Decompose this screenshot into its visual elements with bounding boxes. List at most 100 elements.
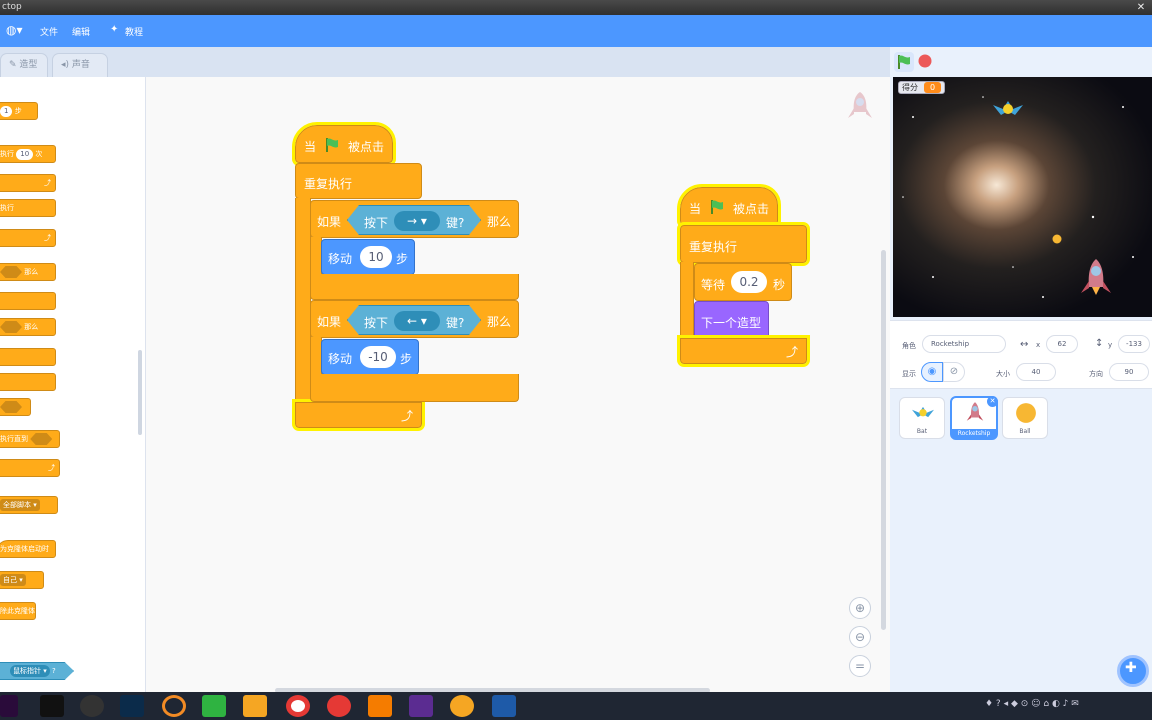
direction-input[interactable]: 90 <box>1109 363 1149 381</box>
ball-sprite[interactable] <box>1052 234 1062 244</box>
move-steps-block[interactable]: 移动 10 步 <box>321 239 415 275</box>
key-question-label: 键? <box>446 216 465 230</box>
rocketship-sprite[interactable] <box>1076 257 1116 297</box>
sprite-thumb-label: Bat <box>916 428 928 435</box>
menu-tutorial[interactable]: 教程 <box>125 25 143 38</box>
wait-label: 等待 <box>701 278 726 292</box>
zoom-out-icon[interactable]: ⊖ <box>849 626 871 648</box>
move-steps-input[interactable]: 10 <box>360 246 392 268</box>
palette-block-forever[interactable]: 执行 <box>0 199 56 217</box>
photoshop-app-icon[interactable] <box>120 695 144 717</box>
tab-sounds[interactable]: ◂) 声音 <box>52 53 108 77</box>
move-steps-input[interactable]: -10 <box>360 346 396 368</box>
menu-file[interactable]: 文件 <box>40 25 58 38</box>
palette-delete-clone-label: 除此克隆体 <box>0 607 35 615</box>
palette-block-c-end[interactable] <box>0 373 56 391</box>
rocketship-icon <box>966 402 984 421</box>
workspace-vertical-scrollbar[interactable] <box>881 250 886 630</box>
palette-block-wait-until[interactable] <box>0 398 31 416</box>
sprite-thumb-ball[interactable]: Ball <box>1002 397 1048 439</box>
palette-scrollbar[interactable] <box>138 350 142 435</box>
obs-app-icon[interactable] <box>80 695 104 717</box>
green-flag-icon[interactable] <box>894 52 914 72</box>
premiere-app-icon[interactable] <box>0 695 18 717</box>
key-value: → <box>407 214 418 228</box>
palette-block-repeat-until[interactable]: 执行直到 <box>0 430 60 448</box>
palette-block-stop[interactable]: 全部脚本 ▾ <box>0 496 58 514</box>
word-app-icon[interactable] <box>492 695 516 717</box>
lightbulb-icon: ✦ <box>110 24 119 35</box>
show-eye-icon[interactable]: ◉ <box>921 362 943 382</box>
palette-block-c-end[interactable]: ⤴ <box>0 459 60 477</box>
zoom-reset-icon[interactable]: = <box>849 655 871 677</box>
y-label: y <box>1108 341 1113 349</box>
sprite-thumb-bat[interactable]: Bat <box>899 397 945 439</box>
wait-block[interactable]: 等待 0.2 秒 <box>694 263 792 301</box>
if-right-key-block[interactable]: 如果 按下 → ▾ 键? 那么 <box>310 200 519 238</box>
window-close-button[interactable]: ✕ <box>1130 0 1152 15</box>
menu-edit[interactable]: 编辑 <box>72 25 90 38</box>
when-flag-clicked-hat[interactable]: 当 被点击 <box>292 122 396 166</box>
loop-arrow-icon: ⤴ <box>785 345 798 359</box>
palette-block-c-end[interactable] <box>0 292 56 310</box>
search-app-icon[interactable] <box>162 695 186 717</box>
hide-eye-icon[interactable]: ⊘ <box>943 362 965 382</box>
forever-end: ⤴ <box>292 399 425 431</box>
y-input[interactable]: -133 <box>1118 335 1150 353</box>
palette-block-if-else[interactable]: 那么 <box>0 318 56 336</box>
key-dropdown[interactable]: → ▾ <box>394 211 440 231</box>
palette-block-repeat[interactable]: 执行 10 次 <box>0 145 56 163</box>
key-dropdown[interactable]: ← ▾ <box>394 311 440 331</box>
if-label: 如果 <box>317 215 342 229</box>
sprite-name-input[interactable]: Rocketship <box>922 335 1006 353</box>
system-tray[interactable]: ♦ ? ◂ ◆ ⊙ ☺ ⌂ ◐ ♪ ✉ <box>985 699 1145 713</box>
app-icon[interactable] <box>368 695 392 717</box>
stop-dropdown[interactable]: 全部脚本 ▾ <box>0 499 40 511</box>
palette-block-c-end[interactable]: ⤴ <box>0 229 56 247</box>
loop-arrow-icon: ⤴ <box>400 409 413 423</box>
key-pressed-left[interactable]: 按下 ← ▾ 键? <box>347 305 481 335</box>
globe-icon[interactable]: ◍▾ <box>6 23 23 37</box>
zoom-in-icon[interactable]: ⊕ <box>849 597 871 619</box>
palette-block-delete-clone[interactable]: 除此克隆体 <box>0 602 36 620</box>
touching-dropdown[interactable]: 鼠标指针 ▾ <box>10 665 50 677</box>
move-steps-block[interactable]: 移动 -10 步 <box>321 339 419 375</box>
add-sprite-button[interactable]: ✚ <box>1117 655 1149 687</box>
bat-sprite[interactable] <box>993 97 1023 119</box>
forever-block[interactable]: 重复执行 <box>295 163 422 199</box>
qq-app-icon[interactable] <box>40 695 64 717</box>
scratch-cat-app-icon[interactable] <box>450 695 474 717</box>
delete-sprite-icon[interactable]: ✕ <box>987 396 998 407</box>
stage-canvas[interactable] <box>893 77 1152 317</box>
chrome-app-icon[interactable] <box>286 695 310 717</box>
sprite-thumb-rocketship[interactable]: ✕ Rocketship <box>950 396 998 440</box>
tab-costumes[interactable]: ✎ 造型 <box>0 53 48 77</box>
forever-block[interactable]: 重复执行 <box>677 222 810 266</box>
visual-studio-app-icon[interactable] <box>409 695 433 717</box>
palette-block-c-end[interactable]: ⤴ <box>0 174 56 192</box>
sprite-name-label: 角色 <box>902 342 916 350</box>
palette-block-touching[interactable]: 鼠标指针 ▾ ? <box>0 662 74 680</box>
stop-icon[interactable] <box>918 54 932 68</box>
next-costume-block[interactable]: 下一个造型 <box>694 301 769 339</box>
palette-move-value: 1 <box>0 105 13 117</box>
wechat-app-icon[interactable] <box>202 695 226 717</box>
palette-repeat-times: 次 <box>35 150 43 158</box>
show-label: 显示 <box>902 370 916 378</box>
scratch-app-icon[interactable] <box>243 695 267 717</box>
clone-target-dropdown[interactable]: 自己 ▾ <box>0 574 26 586</box>
palette-block-clone-start[interactable]: 为克隆体启动时 <box>0 540 56 558</box>
palette-block-move[interactable]: 1 步 <box>0 102 38 120</box>
palette-block-else[interactable] <box>0 348 56 366</box>
size-input[interactable]: 40 <box>1016 363 1056 381</box>
hat-when-label: 当 <box>304 140 317 154</box>
palette-block-if[interactable]: 那么 <box>0 263 56 281</box>
if-left-key-block[interactable]: 如果 按下 ← ▾ 键? 那么 <box>310 300 519 338</box>
palette-block-create-clone[interactable]: 自己 ▾ <box>0 571 44 589</box>
x-input[interactable]: 62 <box>1046 335 1078 353</box>
netease-music-app-icon[interactable] <box>327 695 351 717</box>
when-flag-clicked-hat[interactable]: 当 被点击 <box>677 184 781 228</box>
hat-clicked-label: 被点击 <box>348 140 385 154</box>
key-pressed-right[interactable]: 按下 → ▾ 键? <box>347 205 481 235</box>
wait-seconds-input[interactable]: 0.2 <box>731 271 767 293</box>
